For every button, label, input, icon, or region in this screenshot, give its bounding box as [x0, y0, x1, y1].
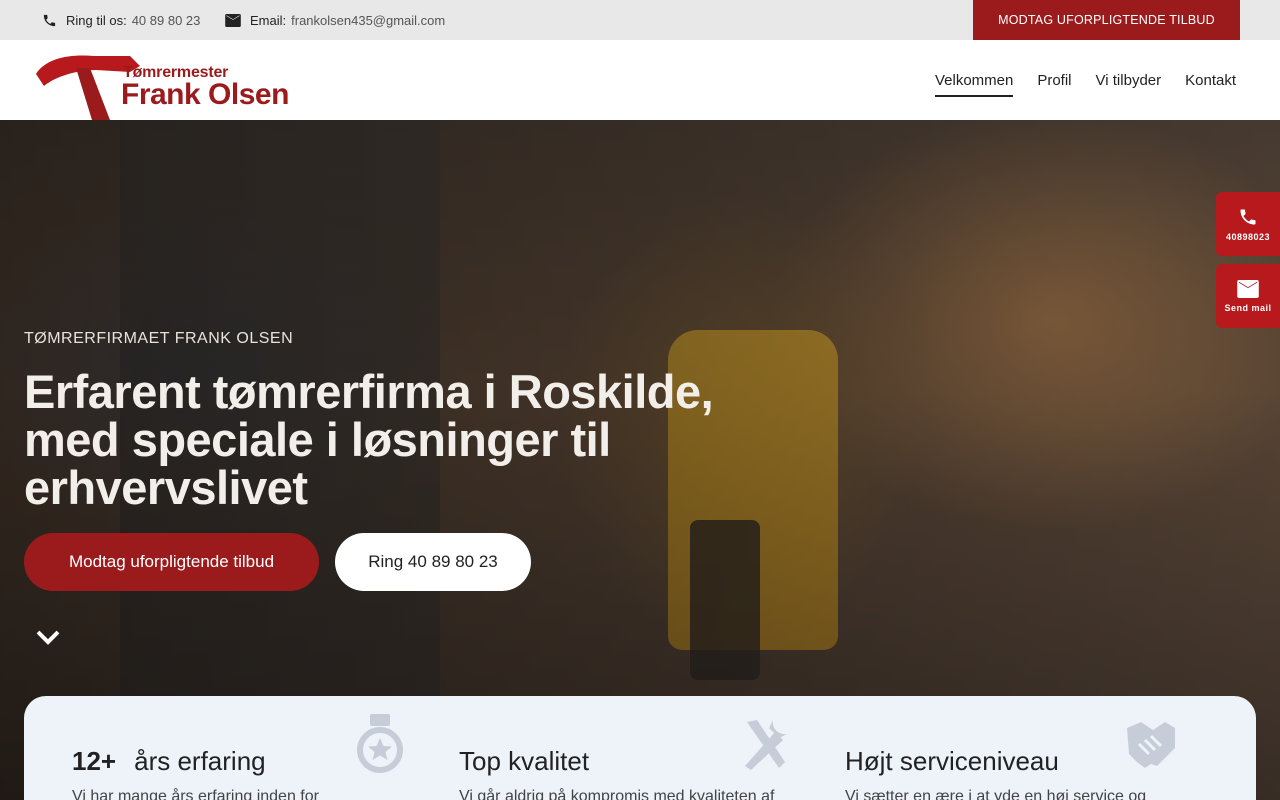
main-nav: Velkommen Profil Vi tilbyder Kontakt — [934, 40, 1236, 120]
feature-title-text: års erfaring — [134, 746, 266, 776]
phone-label: Ring til os: — [66, 12, 127, 28]
mail-icon — [1237, 279, 1259, 298]
side-mail-label: Send mail — [1224, 302, 1272, 313]
tools-icon — [745, 720, 787, 770]
handshake-icon — [1127, 722, 1175, 768]
request-quote-button[interactable]: Modtag uforpligtende tilbud — [24, 533, 319, 591]
feature-description: Vi går aldrig på kompromis med kvalitete… — [459, 788, 775, 800]
topbar-phone[interactable]: Ring til os: 40 89 80 23 — [42, 0, 200, 40]
phone-icon — [43, 14, 56, 26]
feature-description: Vi har mange års erfaring inden for — [72, 788, 319, 800]
email-value[interactable]: frankolsen435@gmail.com — [291, 13, 445, 28]
nav-item-kontakt[interactable]: Kontakt — [1185, 68, 1236, 93]
nav-item-velkommen[interactable]: Velkommen — [934, 68, 1014, 97]
topbar-email[interactable]: Email: frankolsen435@gmail.com — [225, 0, 445, 40]
feature-quality: Top kvalitet Vi går aldrig på kompromis … — [459, 696, 819, 800]
email-label: Email: — [250, 12, 287, 28]
nav-item-vi-tilbyder[interactable]: Vi tilbyder — [1096, 68, 1162, 93]
hero-eyebrow: TØMRERFIRMAET FRANK OLSEN — [24, 330, 294, 347]
site-header: Tømrermester Frank Olsen Velkommen Profi… — [0, 40, 1280, 120]
feature-title: 12+ års erfaring — [72, 746, 266, 777]
phone-icon — [1240, 209, 1256, 224]
mail-icon — [225, 13, 241, 27]
side-phone-label: 40898023 — [1225, 231, 1271, 242]
hero-headline: Erfarent tømrerfirma i Roskilde, med spe… — [24, 365, 714, 514]
top-contact-bar: Ring til os: 40 89 80 23 Email: frankols… — [0, 0, 1280, 40]
medal-icon — [357, 714, 403, 773]
logo[interactable]: Tømrermester Frank Olsen — [30, 52, 300, 120]
feature-title-text: Højt serviceniveau — [845, 746, 1059, 776]
nav-item-profil[interactable]: Profil — [1037, 68, 1071, 93]
topbar-cta-button[interactable]: MODTAG UFORPLIGTENDE TILBUD — [973, 0, 1240, 40]
side-mail-widget[interactable]: Send mail — [1216, 264, 1280, 328]
chevron-down-icon[interactable] — [36, 628, 60, 648]
features-panel: 12+ års erfaring Vi har mange års erfarin… — [24, 696, 1256, 800]
feature-description: Vi sætter en ære i at yde en høj service… — [845, 788, 1147, 800]
side-phone-widget[interactable]: 40898023 — [1216, 192, 1280, 256]
feature-experience: 12+ års erfaring Vi har mange års erfarin… — [72, 696, 432, 800]
call-button[interactable]: Ring 40 89 80 23 — [335, 533, 531, 591]
feature-number: 12+ — [72, 746, 117, 776]
logo-title: Frank Olsen — [121, 78, 289, 111]
phone-value[interactable]: 40 89 80 23 — [132, 13, 201, 28]
feature-title-text: Top kvalitet — [459, 746, 590, 776]
feature-service: Højt serviceniveau Vi sætter en ære i at… — [845, 696, 1205, 800]
